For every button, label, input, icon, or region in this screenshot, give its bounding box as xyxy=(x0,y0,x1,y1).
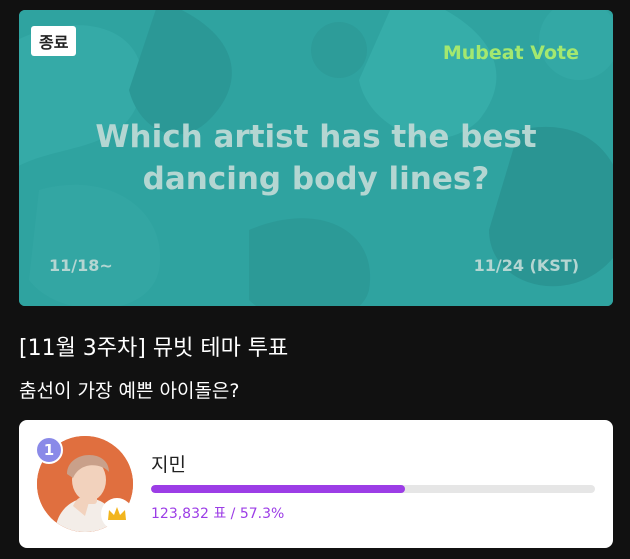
vote-question: Which artist has the best dancing body l… xyxy=(95,119,537,197)
rank-badge: 1 xyxy=(35,436,63,464)
end-date: 11/24 (KST) xyxy=(473,256,579,275)
result-card[interactable]: 1 지민 123,832 표 / 57.3% xyxy=(19,420,613,548)
vote-title: [11월 3주차] 뮤빗 테마 투표 xyxy=(19,336,289,361)
brand-logo-text: Mubeat Vote xyxy=(442,42,579,64)
vote-progress-fill xyxy=(151,485,406,493)
artist-name: 지민 xyxy=(151,454,186,476)
vote-stats: 123,832 표 / 57.3% xyxy=(151,506,285,522)
start-date: 11/18~ xyxy=(49,256,113,275)
vote-banner[interactable]: 종료 Mubeat Vote Which artist has the best… xyxy=(19,10,613,306)
status-badge: 종료 xyxy=(31,26,77,56)
crown-icon xyxy=(101,498,133,530)
vote-subtitle: 춤선이 가장 예쁜 아이돌은? xyxy=(19,380,240,402)
vote-progress-bar xyxy=(151,485,595,493)
